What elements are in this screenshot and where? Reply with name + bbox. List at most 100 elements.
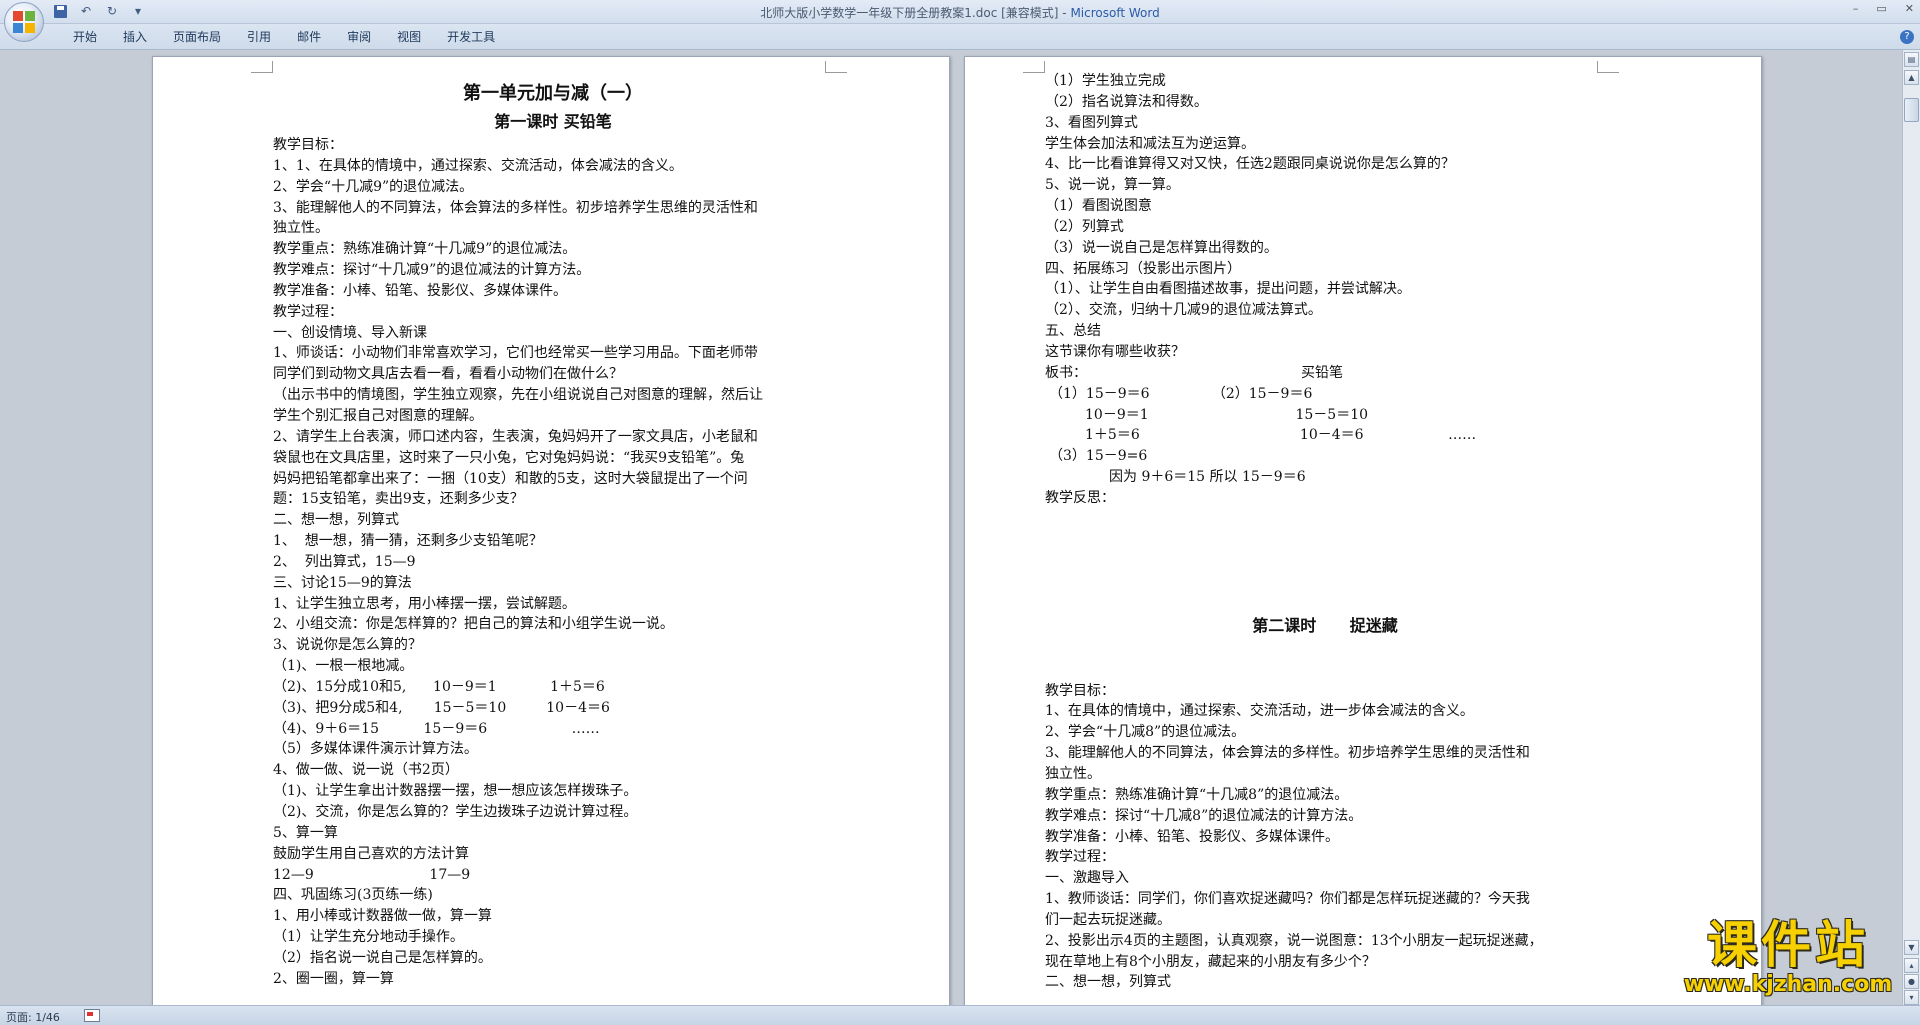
text-line: 1、用小棒或计数器做一做，算一算	[273, 908, 492, 925]
empty-paragraph	[1045, 592, 1605, 613]
empty-paragraph	[1045, 530, 1605, 551]
maximize-button[interactable]: ▭	[1876, 2, 1886, 15]
text-line: （2）指名说算法和得数。	[1045, 93, 1208, 110]
text-line: （2）列算式	[1045, 218, 1124, 235]
text-line: 四、巩固练习(3页练一练)	[273, 887, 433, 904]
text-line: 5、算一算	[273, 824, 338, 841]
text-line: 2、学会“十几减8”的退位减法。	[1045, 724, 1246, 741]
text-line: 1、1、在具体的情境中，通过探索、交流活动，体会减法的含义。	[273, 157, 683, 174]
tab-home[interactable]: 开始	[60, 29, 110, 45]
text-line: （1）、让学生自由看图描述故事，提出问题，并尝试解决。	[1045, 281, 1411, 298]
page-2[interactable]: （1）学生独立完成 （2）指名说算法和得数。 3、看图列算式学生体会加法和减法互为逆…	[964, 56, 1762, 1005]
text-line: 1、在具体的情境中，通过探索、交流活动，进一步体会减法的含义。	[1045, 703, 1474, 720]
text-line: 4、做一做、说一说（书2页）	[273, 762, 459, 779]
reflection-label: 教学反思：	[1045, 489, 1115, 506]
text-line: 四、拓展练习（投影出示图片）	[1045, 260, 1241, 277]
tab-references[interactable]: 引用	[234, 29, 284, 45]
text-line: 二、想一想，列算式	[273, 512, 399, 529]
text-line: 3、能理解他人的不同算法，体会算法的多样性。初步培养学生思维的灵活性和	[273, 199, 758, 216]
page-1[interactable]: 第一单元加与减（一） 第一课时 买铅笔 教学目标： 1、1、在具体的情境中，通过探…	[152, 56, 950, 1005]
close-button[interactable]: ✕	[1905, 2, 1914, 15]
vertical-scrollbar[interactable]: ▤ ▲ ▼ ▴ ● ▾	[1902, 50, 1920, 1005]
text-line: 教学难点：探讨“十几减8”的退位减法的计算方法。	[1045, 807, 1363, 824]
text-line: 教学目标：	[1045, 682, 1115, 699]
page-1-text[interactable]: 第一单元加与减（一） 第一课时 买铅笔 教学目标： 1、1、在具体的情境中，通过探…	[273, 79, 833, 990]
help-icon[interactable]: ?	[1900, 30, 1914, 44]
text-line: 三、讨论15—9的算法	[273, 574, 412, 591]
scroll-thumb[interactable]	[1904, 98, 1919, 122]
tab-developer[interactable]: 开发工具	[434, 29, 508, 45]
text-line: （2)、交流，你是怎么算的？学生边拨珠子边说计算过程。	[273, 804, 638, 820]
text-line: 3、看图列算式	[1045, 114, 1138, 131]
text-line: 1、师谈话：小动物们非常喜欢学习，它们也经常买一些学习用品。下面老师带	[273, 345, 758, 362]
text-line: （2)、15分成10和5, 10－9＝1 1＋5＝6	[273, 678, 605, 695]
empty-paragraph	[1045, 660, 1605, 681]
board-row: 1＋5＝6 10－4＝6 ……	[1085, 427, 1477, 444]
tab-mailings[interactable]: 邮件	[284, 29, 334, 45]
page-2-text[interactable]: （1）学生独立完成 （2）指名说算法和得数。 3、看图列算式学生体会加法和减法互为逆…	[1045, 71, 1605, 993]
board-title: 买铅笔	[1301, 364, 1343, 381]
text-line: 4、比一比看谁算得又对又快，任选2题跟同桌说说你是怎么算的？	[1045, 156, 1455, 173]
text-line: 3、能理解他人的不同算法，体会算法的多样性。初步培养学生思维的灵活性和	[1045, 745, 1530, 762]
text-line: （1)、让学生拿出计数器摆一摆，想一想应该怎样拨珠子。	[273, 783, 638, 800]
text-line: 教学难点：探讨“十几减9”的退位减法的计算方法。	[273, 262, 591, 279]
text-line: 教学准备：小棒、铅笔、投影仪、多媒体课件。	[1045, 828, 1339, 845]
crop-mark	[1023, 61, 1045, 73]
text-line: 袋鼠也在文具店里，这时来了一只小兔，它对兔妈妈说：“我买9支铅笔”。兔	[273, 449, 745, 466]
text-line: 教学准备：小棒、铅笔、投影仪、多媒体课件。	[273, 282, 567, 299]
text-line: 五、总结	[1045, 323, 1101, 340]
tab-page-layout[interactable]: 页面布局	[160, 29, 234, 45]
text-line: 2、小组交流：你是怎样算的？把自己的算法和小组学生说一说。	[273, 616, 674, 633]
tab-review[interactable]: 审阅	[334, 29, 384, 45]
text-line: （1）看图说图意	[1045, 198, 1152, 215]
board-line: 板书： 买铅笔	[1045, 363, 1605, 384]
crop-mark	[251, 61, 273, 73]
text-line: 二、想一想，列算式	[1045, 974, 1171, 991]
text-line: 学生体会加法和减法互为逆运算。	[1045, 135, 1255, 152]
text-line: 2、请学生上台表演，师口述内容，生表演，兔妈妈开了一家文具店，小老鼠和	[273, 428, 758, 445]
text-line: （3）说一说自己是怎样算出得数的。	[1045, 239, 1278, 256]
tab-insert[interactable]: 插入	[110, 29, 160, 45]
text-line: （2）指名说一说自己是怎样算的。	[273, 949, 492, 966]
text-line: 3、说说你是怎么算的？	[273, 637, 422, 654]
office-logo-icon	[13, 11, 35, 33]
minimize-button[interactable]: –	[1853, 2, 1859, 15]
text-line: 现在草地上有8个小朋友，藏起来的小朋友有多少个？	[1045, 953, 1376, 970]
text-line: 们一起去玩捉迷藏。	[1045, 911, 1171, 928]
text-line: （1）让学生充分地动手操作。	[273, 929, 464, 946]
proofing-icon[interactable]	[84, 1009, 100, 1022]
text-line: 鼓励学生用自己喜欢的方法计算	[273, 845, 469, 862]
text-line: 1、 想一想，猜一猜，还剩多少支铅笔呢？	[273, 533, 543, 550]
unit-title: 第一单元加与减（一）	[463, 83, 643, 104]
text-line: 12—9 17—9	[273, 866, 471, 883]
empty-paragraph	[1045, 571, 1605, 592]
watermark-url-text: www.kjzhan.com	[1683, 972, 1893, 997]
text-line: （1）学生独立完成	[1045, 73, 1166, 89]
office-button[interactable]	[4, 2, 44, 42]
tab-view[interactable]: 视图	[384, 29, 434, 45]
text-line: 学生个别汇报自己对图意的理解。	[273, 407, 483, 424]
empty-paragraph	[1045, 550, 1605, 571]
text-line: 教学过程：	[1045, 849, 1115, 866]
text-line: 教学目标：	[273, 137, 343, 153]
text-line: （5）多媒体课件演示计算方法。	[273, 741, 478, 758]
ruler-toggle-button[interactable]: ▤	[1904, 52, 1919, 67]
text-line: 2、 列出算式，15—9	[273, 553, 416, 570]
text-line: （3)、把9分成5和4, 15－5＝10 10－4＝6	[273, 699, 610, 716]
text-line: 2、圈一圈，算一算	[273, 970, 394, 987]
scroll-up-button[interactable]: ▲	[1904, 70, 1919, 85]
ribbon-tabs: 开始 插入 页面布局 引用 邮件 审阅 视图 开发工具	[60, 29, 508, 45]
text-line: 妈妈把铅笔都拿出来了：一捆（10支）和散的5支，这时大袋鼠提出了一个问	[273, 470, 748, 487]
text-line: 2、学会“十几减9”的退位减法。	[273, 178, 474, 195]
text-line: 同学们到动物文具店去看一看，看看小动物们在做什么？	[273, 366, 623, 383]
ribbon-tab-bar: 开始 插入 页面布局 引用 邮件 审阅 视图 开发工具 ?	[0, 24, 1920, 50]
window-controls: – ▭ ✕	[1853, 2, 1914, 15]
status-page-number[interactable]: 页面: 1/46	[6, 1009, 60, 1025]
document-area[interactable]: 第一单元加与减（一） 第一课时 买铅笔 教学目标： 1、1、在具体的情境中，通过探…	[0, 50, 1902, 1005]
text-line: （1)、一根一根地减。	[273, 658, 414, 675]
left-page-body: 教学目标： 1、1、在具体的情境中，通过探索、交流活动，体会减法的含义。 2、学会“…	[273, 135, 833, 990]
watermark-logo: 课件站 www.kjzhan.com	[1668, 918, 1908, 1004]
empty-paragraph	[1045, 509, 1605, 530]
crop-mark	[825, 61, 847, 73]
text-line: 一、创设情境、导入新课	[273, 324, 427, 341]
